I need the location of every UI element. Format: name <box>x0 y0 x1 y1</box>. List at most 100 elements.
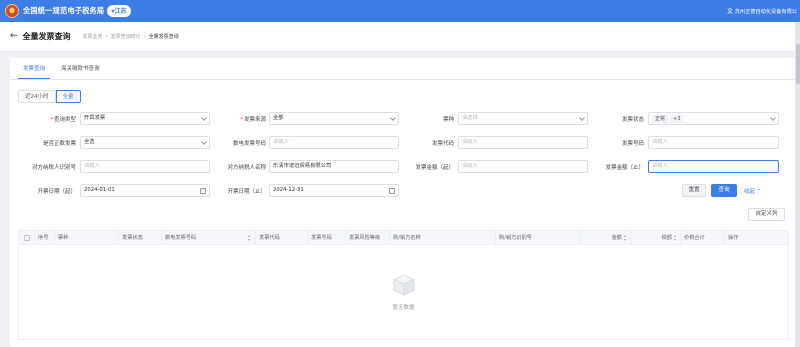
chevron-up-icon: ⌃ <box>756 189 762 195</box>
col-tax-label: 税额 <box>661 235 672 241</box>
query-type-value: 开具发票 <box>84 115 106 121</box>
system-title: 全国统一规范电子税务局 <box>23 6 105 15</box>
breadcrumb-item[interactable]: 发票业务 <box>83 33 103 40</box>
invoice-code-label: 发票代码 <box>431 141 454 147</box>
user-icon <box>727 8 733 14</box>
chevron-down-icon <box>201 115 207 121</box>
placeholder: 请输入 <box>273 139 289 145</box>
query-button[interactable]: 查询 <box>711 184 737 197</box>
tab-customs-payment-query[interactable]: 海关缴款书查询 <box>56 57 105 79</box>
breadcrumb-item[interactable]: 发票查询统计 <box>111 33 141 40</box>
col-tax[interactable]: 税额 <box>631 231 681 245</box>
buyer-name-label: 对方纳税人名称 <box>227 165 266 171</box>
tax-emblem-icon <box>5 4 19 18</box>
chevron-down-icon <box>579 115 585 121</box>
all-time-button[interactable]: 全量 <box>55 90 81 103</box>
placeholder: 请输入 <box>84 163 100 169</box>
query-type-select[interactable]: 开具发票 <box>80 112 210 125</box>
region-label: 江苏 <box>114 8 127 15</box>
invoice-source-label: *发票来源 <box>240 117 266 123</box>
buyer-tax-id-input[interactable]: 请输入 <box>80 160 210 173</box>
invoice-status-select[interactable]: 正常 +3 <box>648 112 779 125</box>
col-actions: 操作 <box>728 235 739 241</box>
buyer-name-value: 乐清市道迈贸易有限公司 <box>273 163 332 169</box>
page-title-bar: ← 全量发票查询 发票业务 › 发票查询统计 › 全量发票查询 <box>0 22 800 52</box>
placeholder: 请输入 <box>462 163 478 169</box>
col-party-tax-id: 购/销方识别号 <box>496 231 581 245</box>
date-from-label: 开票日期（起） <box>37 189 76 195</box>
amount-to-input[interactable]: 请输入 <box>648 160 779 173</box>
tab-invoice-query[interactable]: 发票查询 <box>18 57 51 79</box>
chevron-down-icon <box>201 139 207 145</box>
placeholder: 请输入 <box>652 163 668 169</box>
date-from-value: 2024-01-01 <box>84 187 115 193</box>
col-amount[interactable]: 金额 <box>581 231 631 245</box>
col-risk-level: 发票风险等级 <box>346 231 390 245</box>
invoice-no-input[interactable]: 请输入 <box>648 136 779 149</box>
last-24h-button[interactable]: 近24小时 <box>18 90 56 103</box>
collapse-link[interactable]: 收起 ⌃ <box>744 187 761 195</box>
breadcrumb: 发票业务 › 发票查询统计 › 全量发票查询 <box>83 33 179 41</box>
amount-from-input[interactable]: 请输入 <box>458 160 588 173</box>
col-invoice-status: 发票状态 <box>119 231 162 245</box>
date-from-picker[interactable]: 2024-01-01 <box>80 184 210 197</box>
select-all-cell <box>19 231 35 245</box>
digital-invoice-no-input[interactable]: 请输入 <box>269 136 399 149</box>
placeholder: 请输入 <box>462 139 478 145</box>
select-all-checkbox[interactable] <box>24 235 30 241</box>
breadcrumb-current: 全量发票查询 <box>148 34 179 40</box>
sort-icon[interactable] <box>624 234 627 241</box>
col-total: 价税合计 <box>681 231 725 245</box>
invoice-category-placeholder: 请选择 <box>462 115 478 121</box>
region-switch[interactable]: ⌖江苏 <box>107 5 131 17</box>
time-range-toggle: 近24小时 全量 <box>18 90 81 103</box>
placeholder: 请输入 <box>652 139 668 145</box>
scrollbar-thumb[interactable] <box>795 44 800 84</box>
col-invoice-code: 发票代码 <box>256 231 308 245</box>
chevron-down-icon <box>770 115 776 121</box>
query-type-label: *查询类型 <box>50 117 76 123</box>
top-header: 全国统一规范电子税务局 ⌖江苏 苏州正德自动化设备有限公 <box>0 0 800 22</box>
date-to-value: 2024-12-31 <box>273 187 304 193</box>
page-title: 全量发票查询 <box>22 32 71 41</box>
invoice-no-label: 发票号码 <box>621 141 644 147</box>
empty-state: 暂无数据 <box>19 245 788 339</box>
breadcrumb-separator-icon: › <box>143 33 146 40</box>
user-menu[interactable]: 苏州正德自动化设备有限公 <box>727 0 797 22</box>
is-positive-value: 全选 <box>84 139 95 145</box>
invoice-code-input[interactable]: 请输入 <box>458 136 588 149</box>
is-positive-label: 是否正数发票 <box>42 141 76 147</box>
buyer-name-input[interactable]: 乐清市道迈贸易有限公司 <box>269 160 399 173</box>
tab-bar: 发票查询 海关缴款书查询 <box>10 58 795 80</box>
col-party-name: 购/销方名称 <box>390 231 496 245</box>
reset-button[interactable]: 重置 <box>682 184 706 197</box>
date-to-picker[interactable]: 2024-12-31 <box>269 184 399 197</box>
empty-text: 暂无数据 <box>392 305 415 311</box>
sort-icon[interactable] <box>674 234 677 241</box>
invoice-source-value: 全部 <box>273 115 284 121</box>
invoice-source-select[interactable]: 全部 <box>269 112 399 125</box>
customize-columns-button[interactable]: 自定义列 <box>748 208 785 221</box>
col-index: 序号 <box>35 231 55 245</box>
invoice-status-label: 发票状态 <box>621 117 644 123</box>
company-name: 苏州正德自动化设备有限公 <box>734 8 797 15</box>
digital-invoice-no-label: 数电发票号码 <box>232 141 266 147</box>
empty-box-icon <box>392 274 415 296</box>
is-positive-select[interactable]: 全选 <box>80 136 210 149</box>
chevron-down-icon <box>390 115 396 121</box>
invoice-category-select[interactable]: 请选择 <box>458 112 588 125</box>
col-invoice-type: 票种 <box>55 231 119 245</box>
col-digital-invoice-no[interactable]: 数电发票号码 <box>162 231 256 245</box>
buyer-tax-id-label: 对方纳税人识别号 <box>31 165 76 171</box>
status-chip: 正常 <box>652 114 669 123</box>
sort-icon[interactable] <box>248 235 251 241</box>
table-header: 序号 票种 发票状态 数电发票号码 发票代码 发票号码 发票风险等级 购/销方名… <box>19 231 788 245</box>
breadcrumb-separator-icon: › <box>105 33 108 40</box>
page-scrollbar[interactable] <box>795 22 800 347</box>
amount-to-label: 发票金额（止） <box>605 165 644 171</box>
collapse-label: 收起 <box>744 189 756 195</box>
back-arrow-icon[interactable]: ← <box>10 32 18 41</box>
invoice-category-label: 票种 <box>442 117 454 123</box>
date-to-label: 开票日期（止） <box>227 189 266 195</box>
calendar-icon <box>200 187 206 194</box>
